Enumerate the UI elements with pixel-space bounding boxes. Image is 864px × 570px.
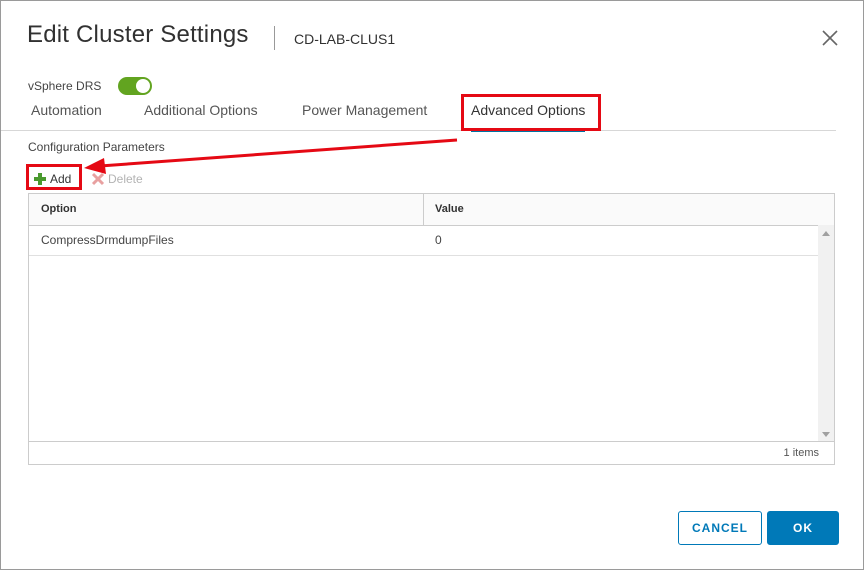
column-separator[interactable]	[423, 194, 424, 225]
value-cell: 0	[435, 233, 442, 247]
close-icon	[822, 30, 838, 46]
delete-icon	[91, 172, 105, 186]
vsphere-drs-label: vSphere DRS	[28, 79, 102, 93]
configuration-parameters-label: Configuration Parameters	[28, 140, 165, 154]
ok-button[interactable]: OK	[767, 511, 839, 545]
title-divider	[274, 26, 275, 50]
toggle-knob	[136, 79, 150, 93]
tab-automation[interactable]: Automation	[31, 102, 102, 118]
scroll-up-icon[interactable]	[822, 231, 830, 236]
option-cell: CompressDrmdumpFiles	[41, 233, 174, 247]
grid-footer: 1 items	[29, 441, 834, 464]
grid-scrollbar[interactable]	[818, 225, 834, 443]
tab-additional-options[interactable]: Additional Options	[144, 102, 258, 118]
cluster-name: CD-LAB-CLUS1	[294, 31, 396, 47]
delete-button[interactable]: Delete	[91, 170, 143, 188]
add-button-label: Add	[50, 172, 72, 186]
items-count: 1 items	[783, 447, 819, 459]
active-tab-indicator	[471, 129, 586, 132]
dialog-title: Edit Cluster Settings	[27, 21, 249, 48]
table-row[interactable]: CompressDrmdumpFiles 0	[29, 225, 818, 256]
vsphere-drs-toggle[interactable]	[118, 77, 152, 95]
tab-advanced-options[interactable]: Advanced Options	[471, 102, 586, 132]
settings-tabs: Automation Additional Options Power Mana…	[1, 99, 836, 132]
add-button[interactable]: Add	[33, 170, 71, 188]
edit-cluster-settings-dialog: Edit Cluster Settings CD-LAB-CLUS1 vSphe…	[0, 0, 864, 570]
configuration-parameters-grid: Option Value CompressDrmdumpFiles 0 1 it…	[28, 193, 835, 465]
close-button[interactable]	[819, 27, 841, 49]
grid-header: Option Value	[29, 194, 834, 226]
add-icon	[34, 173, 46, 185]
delete-button-label: Delete	[108, 172, 143, 186]
column-header-value[interactable]: Value	[435, 203, 464, 215]
tab-power-management[interactable]: Power Management	[302, 102, 427, 118]
scroll-down-icon[interactable]	[822, 432, 830, 437]
column-header-option[interactable]: Option	[41, 203, 76, 215]
tab-advanced-options-label: Advanced Options	[471, 102, 586, 118]
cancel-button[interactable]: CANCEL	[678, 511, 762, 545]
